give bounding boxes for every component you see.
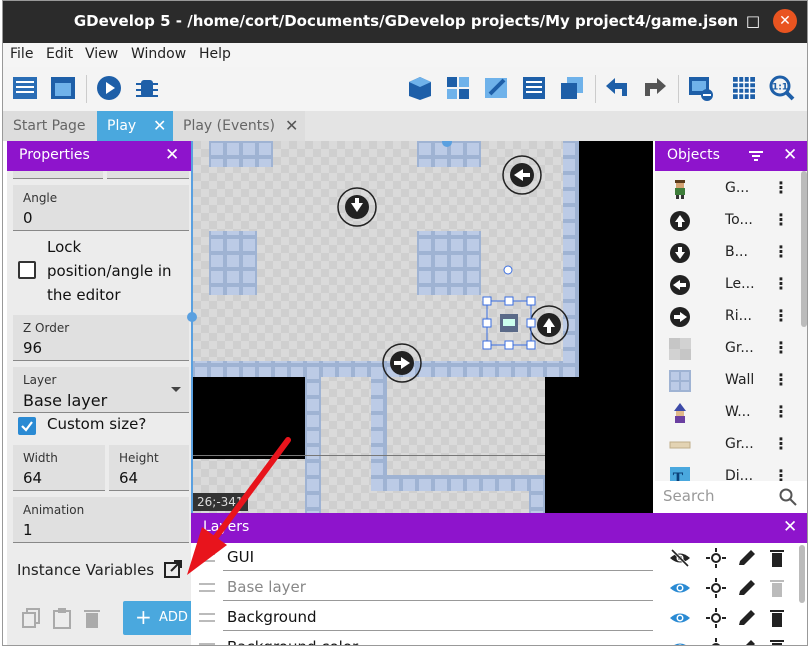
app-window: GDevelop 5 - /home/cort/Documents/GDevel… [2,0,808,646]
annotation-arrow [187,437,291,575]
